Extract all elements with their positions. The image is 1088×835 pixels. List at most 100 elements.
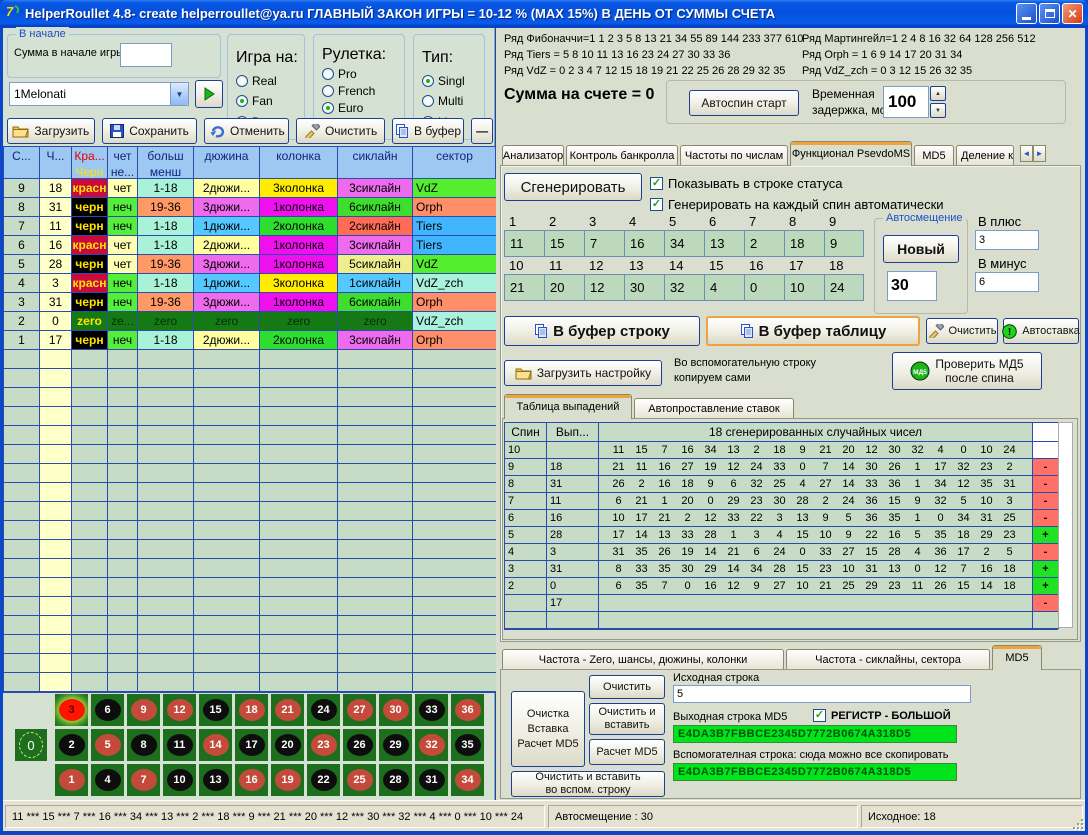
offset-value-input[interactable] [887, 271, 937, 301]
minimize-button[interactable] [1016, 3, 1037, 24]
toolbar-button-1[interactable]: Сохранить [102, 118, 198, 144]
new-offset-button[interactable]: Новый [883, 235, 959, 263]
autobet-button[interactable]: ! Автоставка [1003, 318, 1079, 344]
spin-down-icon[interactable]: ▼ [930, 103, 946, 118]
source-string-input[interactable] [673, 685, 971, 703]
md5-combo-button[interactable]: Очистка Вставка Расчет MD5 [511, 691, 585, 767]
tab-scroll-left-icon[interactable]: ◄ [1020, 145, 1033, 162]
board-number-11[interactable]: 11 [163, 729, 196, 761]
board-number-20[interactable]: 20 [271, 729, 304, 761]
tab-tabs-inner-1[interactable]: Автопроставление ставок [634, 398, 794, 419]
radio-option-Euro[interactable]: Euro [322, 101, 398, 115]
board-number-28[interactable]: 28 [379, 764, 412, 796]
board-number-36[interactable]: 36 [451, 694, 484, 726]
board-number-23[interactable]: 23 [307, 729, 340, 761]
board-number-18[interactable]: 18 [235, 694, 268, 726]
tab-tabs-main-4[interactable]: MD5 [914, 145, 954, 166]
md5-aux-field[interactable]: E4DA3B7FBBCE2345D7772B0674A318D5 [673, 763, 957, 781]
toolbar-button-2[interactable]: Отменить [204, 118, 289, 144]
board-number-34[interactable]: 34 [451, 764, 484, 796]
board-number-5[interactable]: 5 [91, 729, 124, 761]
board-number-35[interactable]: 35 [451, 729, 484, 761]
autospin-start-button[interactable]: Автоспин старт [689, 90, 799, 116]
scrollbar[interactable] [1058, 422, 1073, 628]
plus-input[interactable] [975, 230, 1039, 250]
tab-tabs-main-3[interactable]: Функционал PsevdoMS [790, 141, 912, 166]
board-number-31[interactable]: 31 [415, 764, 448, 796]
radio-option-Multi[interactable]: Multi [422, 94, 478, 108]
tab-tabs-bottom-0[interactable]: Частота - Zero, шансы, дюжины, колонки [502, 649, 784, 670]
md5-clear-paste-button[interactable]: Очистить и вставить [589, 703, 665, 735]
radio-option-Real[interactable]: Real [236, 74, 298, 88]
board-number-6[interactable]: 6 [91, 694, 124, 726]
results-out-cell: 28 [547, 527, 599, 544]
board-number-4[interactable]: 4 [91, 764, 124, 796]
md5-clear-paste-aux-button[interactable]: Очистить и вставить во вспом. строку [511, 771, 665, 797]
board-number-17[interactable]: 17 [235, 729, 268, 761]
tab-tabs-bottom-2[interactable]: MD5 [992, 645, 1042, 670]
auto-generate-checkbox[interactable]: Генерировать на каждый спин автоматическ… [650, 197, 944, 212]
toolbar-button-0[interactable]: Загрузить [7, 118, 95, 144]
radio-option-French[interactable]: French [322, 84, 398, 98]
start-sum-input[interactable] [120, 43, 172, 67]
tab-tabs-main-1[interactable]: Контроль банкролла [566, 145, 678, 166]
board-number-21[interactable]: 21 [271, 694, 304, 726]
board-number-12[interactable]: 12 [163, 694, 196, 726]
board-number-9[interactable]: 9 [127, 694, 160, 726]
toolbar-button-5[interactable]: — [471, 118, 493, 144]
board-number-10[interactable]: 10 [163, 764, 196, 796]
board-number-0[interactable]: 0 [15, 729, 47, 761]
toolbar-button-4[interactable]: В буфер [392, 118, 464, 144]
toolbar-button-3[interactable]: Очистить [296, 118, 385, 144]
board-number-29[interactable]: 29 [379, 729, 412, 761]
copy-row-button[interactable]: В буфер строку [504, 316, 700, 346]
gen-index-label: 5 [664, 214, 704, 230]
board-number-3[interactable]: 3 [55, 694, 88, 726]
tab-scroll-right-icon[interactable]: ► [1033, 145, 1046, 162]
board-number-2[interactable]: 2 [55, 729, 88, 761]
copy-table-button[interactable]: В буфер таблицу [706, 316, 920, 346]
tab-tabs-bottom-1[interactable]: Частота - сиклайны, сектора [786, 649, 990, 670]
board-number-32[interactable]: 32 [415, 729, 448, 761]
minus-input[interactable] [975, 272, 1039, 292]
show-status-checkbox[interactable]: Показывать в строке статуса [650, 176, 843, 191]
clear-button[interactable]: Очистить [926, 318, 998, 344]
md5-calc-button[interactable]: Расчет MD5 [589, 739, 665, 765]
board-number-19[interactable]: 19 [271, 764, 304, 796]
board-number-24[interactable]: 24 [307, 694, 340, 726]
board-number-13[interactable]: 13 [199, 764, 232, 796]
spin-up-icon[interactable]: ▲ [930, 86, 946, 101]
maximize-button[interactable] [1039, 3, 1060, 24]
radio-option-Singl[interactable]: Singl [422, 74, 478, 88]
check-md5-button[interactable]: МД5 Проверить МД5 после спина [892, 352, 1042, 390]
tab-tabs-main-2[interactable]: Частоты по числам [680, 145, 788, 166]
board-number-15[interactable]: 15 [199, 694, 232, 726]
board-number-14[interactable]: 14 [199, 729, 232, 761]
tab-tabs-inner-0[interactable]: Таблица выпадений [504, 394, 632, 419]
board-number-16[interactable]: 16 [235, 764, 268, 796]
board-number-26[interactable]: 26 [343, 729, 376, 761]
md5-clear-button[interactable]: Очистить [589, 675, 665, 699]
board-number-27[interactable]: 27 [343, 694, 376, 726]
play-button[interactable] [195, 80, 223, 108]
chevron-down-icon[interactable]: ▼ [170, 83, 188, 105]
board-number-22[interactable]: 22 [307, 764, 340, 796]
board-number-7[interactable]: 7 [127, 764, 160, 796]
resize-grip[interactable] [1071, 817, 1084, 830]
load-settings-button[interactable]: Загрузить настройку [504, 360, 662, 386]
board-number-25[interactable]: 25 [343, 764, 376, 796]
delay-input[interactable] [883, 86, 929, 118]
board-number-30[interactable]: 30 [379, 694, 412, 726]
board-number-33[interactable]: 33 [415, 694, 448, 726]
tab-tabs-main-0[interactable]: Анализатор [502, 145, 564, 166]
close-button[interactable]: ✕ [1062, 3, 1083, 24]
board-number-1[interactable]: 1 [55, 764, 88, 796]
history-empty-cell [4, 521, 40, 540]
radio-option-Pro[interactable]: Pro [322, 67, 398, 81]
radio-option-Fan[interactable]: Fan [236, 94, 298, 108]
generate-button[interactable]: Сгенерировать [504, 173, 642, 201]
tab-tabs-main-5[interactable]: Деление кол [956, 145, 1014, 166]
board-number-8[interactable]: 8 [127, 729, 160, 761]
preset-combobox[interactable]: 1Melonati ▼ [9, 82, 189, 106]
register-checkbox[interactable]: РЕГИСТР - БОЛЬШОЙ [813, 709, 951, 722]
